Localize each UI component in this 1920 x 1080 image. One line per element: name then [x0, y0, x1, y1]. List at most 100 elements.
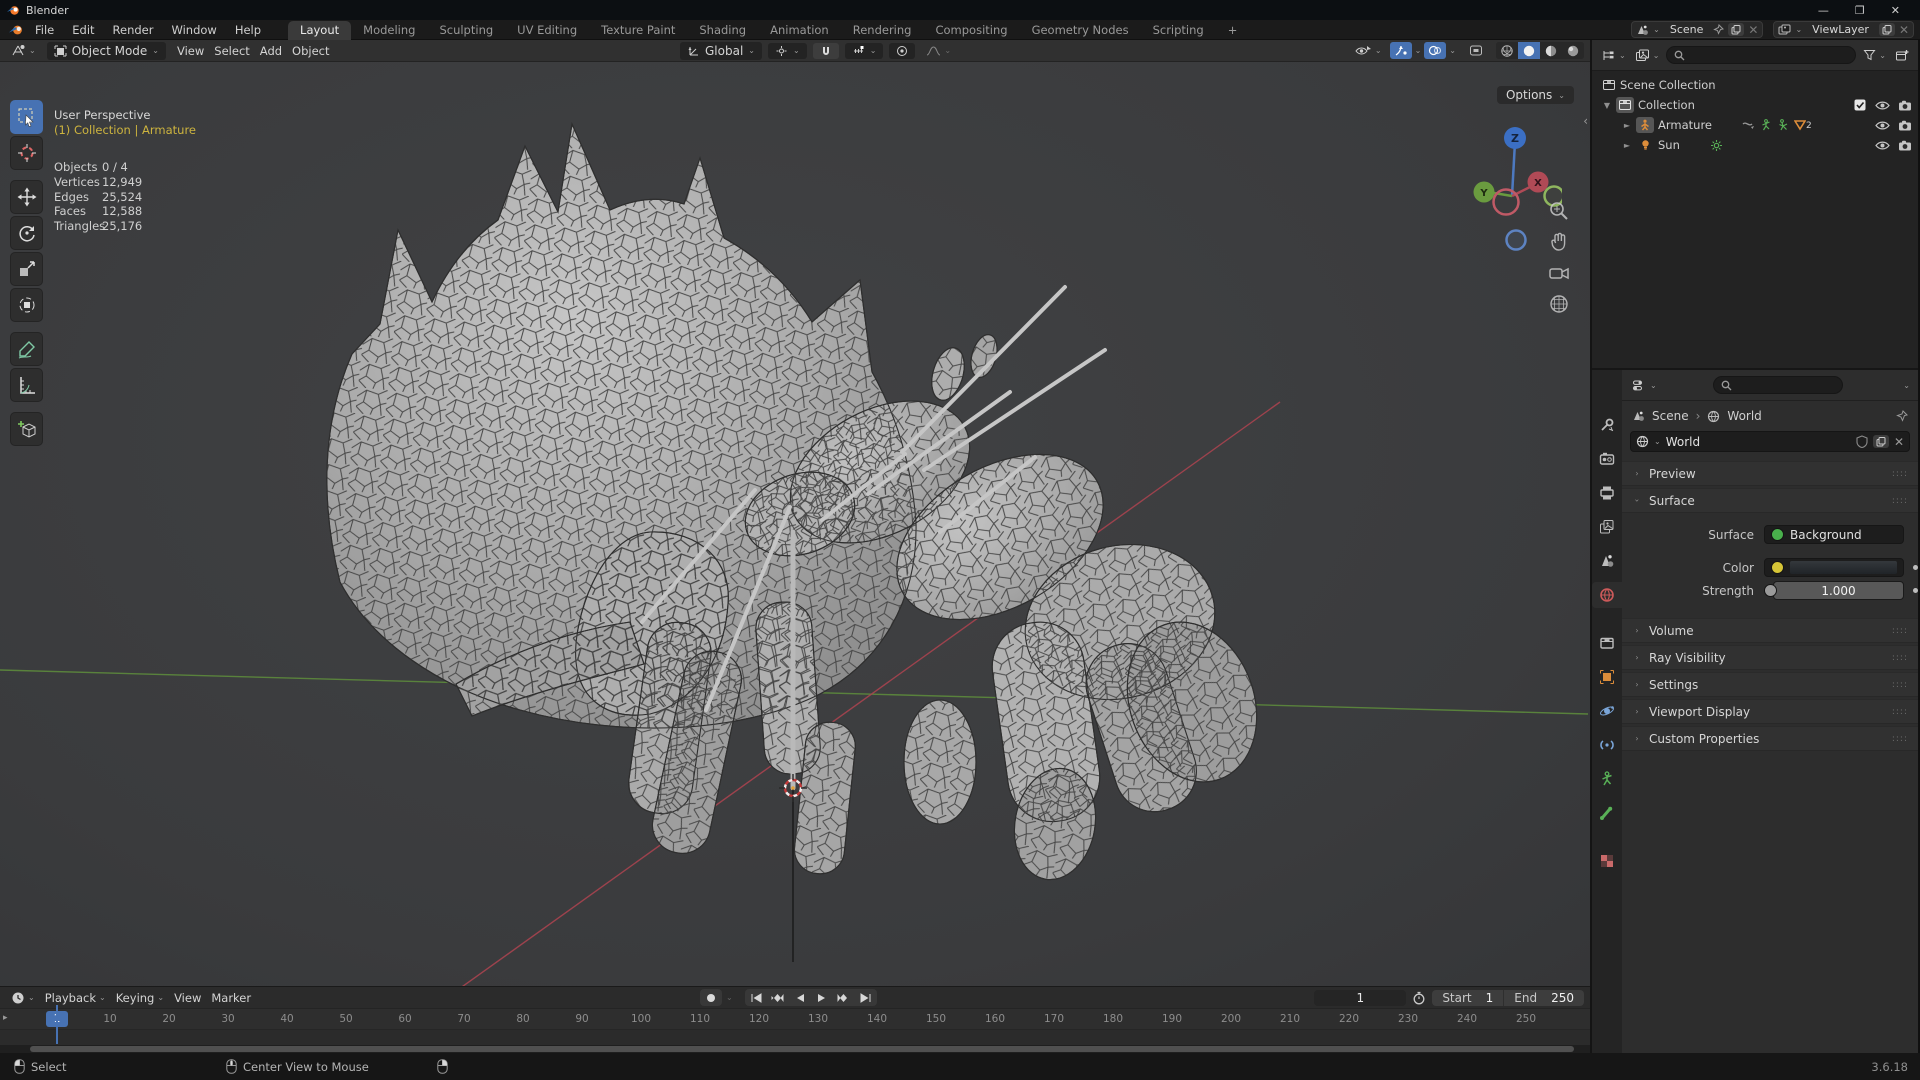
options-button[interactable]: Options ⌄ — [1496, 86, 1574, 104]
tab-layout[interactable]: Layout — [288, 20, 352, 40]
panel-custom-properties-header[interactable]: › Custom Properties :::: — [1622, 726, 1918, 751]
tool-rotate[interactable] — [10, 216, 43, 250]
editor-type-button[interactable]: ⌄ — [6, 43, 41, 58]
surface-shader-field[interactable]: Background — [1764, 525, 1904, 544]
properties-search-input[interactable] — [1712, 376, 1843, 394]
close-button[interactable]: ✕ — [1891, 4, 1900, 17]
properties-tab-collection[interactable] — [1592, 630, 1622, 656]
strength-slider[interactable]: 1.000 — [1773, 581, 1904, 600]
new-view-layer-button[interactable] — [1878, 23, 1895, 36]
timeline-scrollbar-thumb[interactable] — [30, 1046, 1574, 1052]
jump-to-start-button[interactable] — [745, 989, 767, 1006]
menu-file[interactable]: File — [26, 20, 63, 40]
pin-icon[interactable] — [1896, 410, 1908, 422]
menu-view[interactable]: View — [172, 43, 209, 59]
pin-icon[interactable] — [1713, 24, 1725, 35]
panel-drag-grip[interactable]: :::: — [1892, 469, 1908, 479]
blender-menu-logo-icon[interactable] — [8, 23, 24, 37]
render-camera-icon[interactable] — [1898, 120, 1912, 131]
tool-select-box[interactable] — [10, 100, 43, 134]
hide-eye-icon[interactable] — [1875, 120, 1890, 131]
panel-drag-grip[interactable]: :::: — [1892, 734, 1908, 744]
panel-settings-header[interactable]: › Settings :::: — [1622, 672, 1918, 697]
menu-marker[interactable]: Marker — [206, 990, 256, 1006]
panel-drag-grip[interactable]: :::: — [1892, 707, 1908, 717]
outliner-row-collection[interactable]: ▼ Collection — [1592, 95, 1918, 115]
menu-object[interactable]: Object — [287, 43, 334, 59]
menu-render[interactable]: Render — [104, 20, 163, 40]
menu-select[interactable]: Select — [209, 43, 254, 59]
tab-sculpting[interactable]: Sculpting — [427, 21, 505, 40]
properties-tab-physics[interactable] — [1592, 698, 1622, 724]
viewport-3d[interactable]: User Perspective (1) Collection | Armatu… — [0, 62, 1590, 986]
proportional-falloff-selector[interactable]: ⌄ — [921, 44, 956, 58]
color-swatch[interactable] — [1790, 561, 1897, 574]
tab-animation[interactable]: Animation — [758, 21, 841, 40]
outliner-row-scene-collection[interactable]: Scene Collection — [1592, 75, 1918, 95]
gizmo-z-negative[interactable] — [1505, 229, 1527, 251]
snap-toggle[interactable] — [812, 42, 839, 59]
tool-measure[interactable] — [10, 368, 43, 402]
menu-help[interactable]: Help — [226, 20, 270, 40]
expand-triangle-icon[interactable]: ► — [1622, 121, 1632, 130]
panel-drag-grip[interactable]: :::: — [1892, 680, 1908, 690]
panel-ray-visibility-header[interactable]: › Ray Visibility :::: — [1622, 645, 1918, 670]
jump-to-end-button[interactable] — [855, 989, 877, 1006]
breadcrumb-scene[interactable]: Scene — [1652, 409, 1689, 423]
panel-drag-grip[interactable]: :::: — [1892, 653, 1908, 663]
show-object-types-dropdown[interactable]: ⌄ — [1350, 43, 1387, 58]
new-scene-button[interactable] — [1728, 23, 1745, 36]
properties-tab-texture[interactable] — [1592, 848, 1622, 874]
prev-keyframe-button[interactable] — [767, 989, 789, 1006]
auto-keying-dropdown[interactable]: ⌄ — [726, 993, 733, 1002]
play-reverse-button[interactable] — [789, 989, 811, 1006]
tab-rendering[interactable]: Rendering — [841, 21, 924, 40]
breadcrumb-world[interactable]: World — [1727, 409, 1761, 423]
add-workspace-button[interactable]: + — [1216, 21, 1250, 40]
menu-add[interactable]: Add — [255, 43, 287, 59]
menu-edit[interactable]: Edit — [63, 20, 103, 40]
hide-eye-icon[interactable] — [1875, 100, 1890, 111]
properties-options-dropdown[interactable]: ⌄ — [1903, 381, 1910, 390]
remove-view-layer-button[interactable]: ✕ — [1899, 23, 1909, 37]
properties-tab-world[interactable] — [1592, 582, 1622, 608]
render-camera-icon[interactable] — [1898, 100, 1912, 111]
mode-selector[interactable]: Object Mode ⌄ — [46, 41, 166, 60]
gizmo-x-negative[interactable] — [1492, 188, 1520, 216]
unlink-world-button[interactable]: ✕ — [1894, 435, 1904, 449]
play-button[interactable] — [811, 989, 833, 1006]
outliner-editor-type-button[interactable]: ⌄ — [1599, 48, 1628, 63]
menu-window[interactable]: Window — [162, 20, 225, 40]
shading-wireframe-button[interactable] — [1496, 42, 1518, 59]
panel-drag-grip[interactable]: :::: — [1892, 626, 1908, 636]
panel-preview-header[interactable]: › Preview :::: — [1622, 461, 1918, 486]
current-frame-field[interactable]: 1 — [1314, 989, 1407, 1006]
tool-transform[interactable] — [10, 288, 43, 322]
proportional-editing-toggle[interactable] — [889, 42, 916, 59]
copy-world-button[interactable] — [1872, 435, 1889, 448]
properties-tab-scene[interactable] — [1592, 548, 1622, 574]
menu-keying[interactable]: Keying ⌄ — [111, 990, 169, 1006]
shading-rendered-button[interactable] — [1562, 42, 1584, 59]
outliner-row-armature[interactable]: ► Armature 2 — [1592, 115, 1918, 135]
tab-scripting[interactable]: Scripting — [1141, 21, 1216, 40]
tab-geometry-nodes[interactable]: Geometry Nodes — [1020, 21, 1141, 40]
view-layer-selector[interactable]: ⌄ ViewLayer ✕ — [1773, 21, 1914, 38]
gizmos-dropdown[interactable]: ⌄ — [1415, 46, 1422, 55]
tool-move[interactable] — [10, 180, 43, 214]
tool-cursor[interactable] — [10, 136, 43, 170]
overlays-toggle[interactable] — [1424, 42, 1447, 59]
properties-tab-bone[interactable] — [1592, 800, 1622, 826]
timeline-editor-type-button[interactable]: ⌄ — [6, 990, 40, 1006]
properties-tab-object[interactable] — [1592, 664, 1622, 690]
tab-shading[interactable]: Shading — [687, 21, 758, 40]
render-camera-icon[interactable] — [1898, 140, 1912, 151]
panel-volume-header[interactable]: › Volume :::: — [1622, 618, 1918, 643]
fake-user-shield-icon[interactable] — [1856, 435, 1868, 448]
pan-hand-button[interactable] — [1548, 231, 1570, 253]
zoom-button[interactable] — [1548, 200, 1570, 222]
gizmos-toggle[interactable] — [1389, 42, 1412, 59]
tool-add-cube[interactable] — [10, 412, 43, 446]
timeline-ruler[interactable]: 1 10203040506070809010011012013014015016… — [0, 1009, 1590, 1030]
tab-uv-editing[interactable]: UV Editing — [505, 21, 589, 40]
